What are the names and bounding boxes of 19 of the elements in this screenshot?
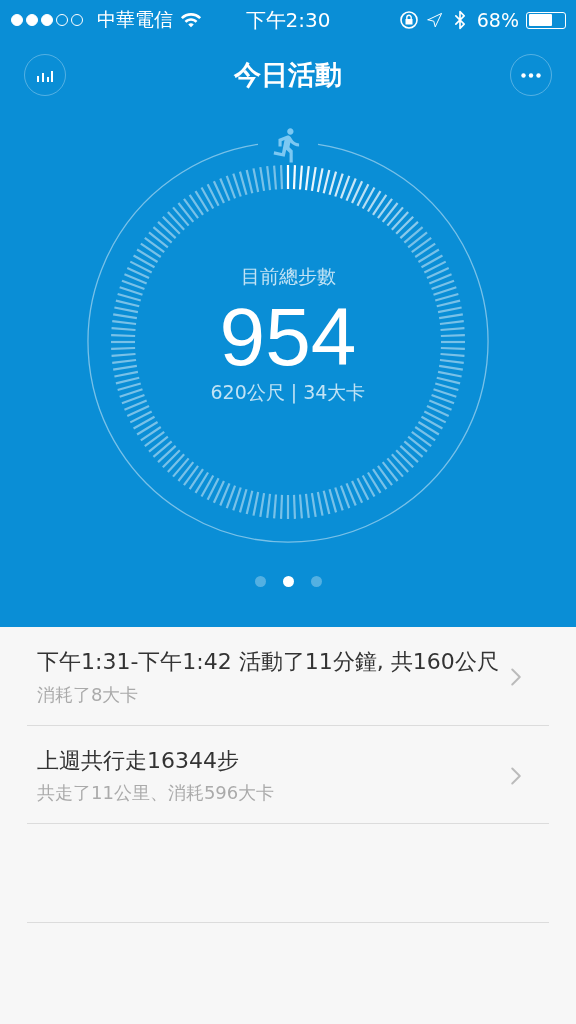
page-dot[interactable] <box>310 576 322 587</box>
entry-subtitle: 共走了11公里、消耗596大卡 <box>37 781 276 806</box>
steps-label: 目前總步數 <box>240 264 336 289</box>
entry-title: 下午1:31-下午1:42 活動了11分鐘, 共160公尺 <box>37 648 499 676</box>
page-title: 今日活動 <box>234 58 342 92</box>
entry-title: 上週共行走16344步 <box>37 746 240 775</box>
battery-icon <box>526 11 566 29</box>
page-dot[interactable] <box>282 576 294 587</box>
page-dot[interactable] <box>254 576 266 587</box>
more-icon <box>521 72 541 78</box>
clock-time: 下午2:30 <box>245 6 331 34</box>
bar-chart-icon <box>36 68 54 82</box>
step-count: 954 <box>219 296 357 378</box>
carrier-name: 中華電信 <box>97 7 173 32</box>
distance-calories: 620公尺 | 34大卡 <box>210 380 366 406</box>
battery-percent: 68% <box>476 9 519 31</box>
entry-subtitle: 消耗了8大卡 <box>37 682 140 707</box>
rotation-lock-icon <box>398 10 419 30</box>
location-icon <box>425 11 443 29</box>
